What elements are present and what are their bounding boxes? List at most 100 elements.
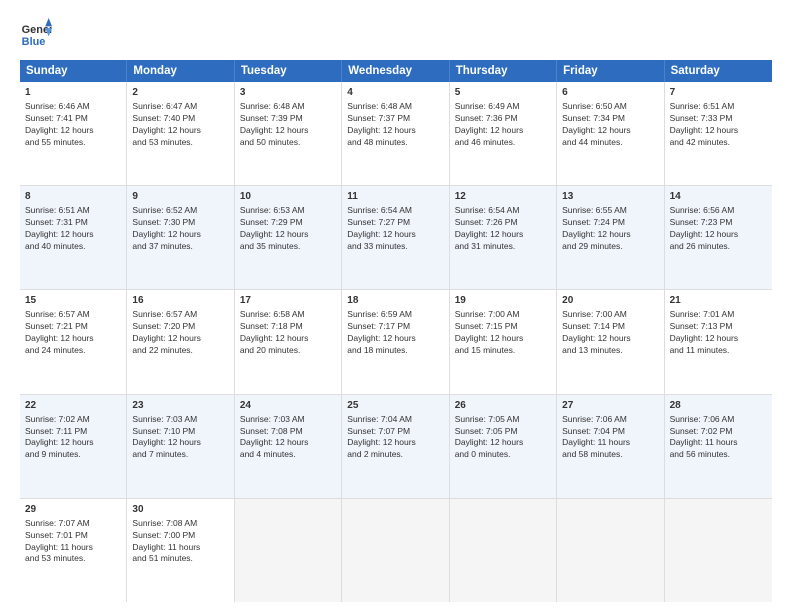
day-number: 2 (132, 86, 228, 100)
day-info-line: and 7 minutes. (132, 449, 188, 459)
day-number: 27 (562, 399, 658, 413)
day-info-line: and 22 minutes. (132, 345, 192, 355)
day-info-line: Sunrise: 6:52 AM (132, 205, 197, 215)
day-info-line: and 2 minutes. (347, 449, 403, 459)
day-info-line: Sunrise: 6:48 AM (240, 101, 305, 111)
weekday-header-friday: Friday (557, 60, 664, 82)
day-info-line: Sunset: 7:02 PM (670, 426, 733, 436)
day-cell-23: 23Sunrise: 7:03 AMSunset: 7:10 PMDayligh… (127, 395, 234, 498)
day-info-line: and 56 minutes. (670, 449, 730, 459)
day-info-line: Sunrise: 6:54 AM (347, 205, 412, 215)
day-number: 12 (455, 190, 551, 204)
day-info-line: Sunrise: 6:50 AM (562, 101, 627, 111)
calendar-row-3: 15Sunrise: 6:57 AMSunset: 7:21 PMDayligh… (20, 290, 772, 394)
weekday-header-sunday: Sunday (20, 60, 127, 82)
day-info-line: Sunset: 7:26 PM (455, 217, 518, 227)
day-info-line: Daylight: 12 hours (240, 333, 309, 343)
day-number: 14 (670, 190, 767, 204)
day-info-line: Daylight: 12 hours (562, 125, 631, 135)
day-info-line: Daylight: 12 hours (347, 333, 416, 343)
logo-icon: General Blue (20, 18, 52, 50)
empty-cell (342, 499, 449, 602)
calendar-row-4: 22Sunrise: 7:02 AMSunset: 7:11 PMDayligh… (20, 395, 772, 499)
day-cell-6: 6Sunrise: 6:50 AMSunset: 7:34 PMDaylight… (557, 82, 664, 185)
day-info-line: and 31 minutes. (455, 241, 515, 251)
day-info-line: and 13 minutes. (562, 345, 622, 355)
day-number: 24 (240, 399, 336, 413)
day-info-line: Daylight: 12 hours (455, 437, 524, 447)
day-info-line: and 4 minutes. (240, 449, 296, 459)
day-info-line: Daylight: 12 hours (240, 229, 309, 239)
day-info-line: Sunset: 7:21 PM (25, 321, 88, 331)
day-cell-15: 15Sunrise: 6:57 AMSunset: 7:21 PMDayligh… (20, 290, 127, 393)
day-info-line: and 15 minutes. (455, 345, 515, 355)
day-number: 6 (562, 86, 658, 100)
day-number: 8 (25, 190, 121, 204)
day-info-line: Daylight: 11 hours (132, 542, 200, 552)
day-number: 7 (670, 86, 767, 100)
day-info-line: Daylight: 12 hours (132, 125, 201, 135)
day-info-line: and 35 minutes. (240, 241, 300, 251)
day-info-line: Sunset: 7:17 PM (347, 321, 410, 331)
day-number: 1 (25, 86, 121, 100)
day-cell-2: 2Sunrise: 6:47 AMSunset: 7:40 PMDaylight… (127, 82, 234, 185)
empty-cell (665, 499, 772, 602)
day-number: 4 (347, 86, 443, 100)
day-info-line: and 46 minutes. (455, 137, 515, 147)
day-info-line: and 58 minutes. (562, 449, 622, 459)
day-number: 20 (562, 294, 658, 308)
day-info-line: Daylight: 12 hours (25, 333, 94, 343)
day-info-line: Sunset: 7:01 PM (25, 530, 88, 540)
day-info-line: Sunrise: 7:03 AM (240, 414, 305, 424)
weekday-header-tuesday: Tuesday (235, 60, 342, 82)
day-number: 17 (240, 294, 336, 308)
day-number: 19 (455, 294, 551, 308)
day-info-line: Sunrise: 7:08 AM (132, 518, 197, 528)
day-info-line: and 55 minutes. (25, 137, 85, 147)
empty-cell (557, 499, 664, 602)
day-info-line: Daylight: 12 hours (347, 229, 416, 239)
day-number: 30 (132, 503, 228, 517)
day-info-line: Sunrise: 7:07 AM (25, 518, 90, 528)
day-info-line: Sunrise: 6:46 AM (25, 101, 90, 111)
day-cell-11: 11Sunrise: 6:54 AMSunset: 7:27 PMDayligh… (342, 186, 449, 289)
day-number: 23 (132, 399, 228, 413)
day-info-line: Sunrise: 7:00 AM (562, 309, 627, 319)
day-info-line: Sunrise: 6:59 AM (347, 309, 412, 319)
day-cell-5: 5Sunrise: 6:49 AMSunset: 7:36 PMDaylight… (450, 82, 557, 185)
day-info-line: Sunrise: 7:06 AM (562, 414, 627, 424)
day-cell-7: 7Sunrise: 6:51 AMSunset: 7:33 PMDaylight… (665, 82, 772, 185)
day-cell-8: 8Sunrise: 6:51 AMSunset: 7:31 PMDaylight… (20, 186, 127, 289)
day-cell-14: 14Sunrise: 6:56 AMSunset: 7:23 PMDayligh… (665, 186, 772, 289)
day-info-line: Sunset: 7:00 PM (132, 530, 195, 540)
day-info-line: Sunset: 7:24 PM (562, 217, 625, 227)
day-info-line: Sunrise: 6:51 AM (25, 205, 90, 215)
calendar-row-1: 1Sunrise: 6:46 AMSunset: 7:41 PMDaylight… (20, 82, 772, 186)
day-info-line: and 29 minutes. (562, 241, 622, 251)
day-info-line: Sunset: 7:27 PM (347, 217, 410, 227)
day-cell-4: 4Sunrise: 6:48 AMSunset: 7:37 PMDaylight… (342, 82, 449, 185)
weekday-header-wednesday: Wednesday (342, 60, 449, 82)
day-info-line: and 20 minutes. (240, 345, 300, 355)
weekday-header-monday: Monday (127, 60, 234, 82)
calendar-row-5: 29Sunrise: 7:07 AMSunset: 7:01 PMDayligh… (20, 499, 772, 602)
day-cell-29: 29Sunrise: 7:07 AMSunset: 7:01 PMDayligh… (20, 499, 127, 602)
day-info-line: Daylight: 12 hours (562, 333, 631, 343)
day-number: 25 (347, 399, 443, 413)
day-number: 3 (240, 86, 336, 100)
day-info-line: Daylight: 12 hours (670, 125, 739, 135)
day-cell-26: 26Sunrise: 7:05 AMSunset: 7:05 PMDayligh… (450, 395, 557, 498)
day-info-line: Daylight: 12 hours (347, 125, 416, 135)
day-info-line: and 40 minutes. (25, 241, 85, 251)
day-number: 15 (25, 294, 121, 308)
day-info-line: Daylight: 12 hours (132, 229, 201, 239)
day-cell-21: 21Sunrise: 7:01 AMSunset: 7:13 PMDayligh… (665, 290, 772, 393)
day-cell-13: 13Sunrise: 6:55 AMSunset: 7:24 PMDayligh… (557, 186, 664, 289)
day-number: 5 (455, 86, 551, 100)
day-info-line: and 53 minutes. (132, 137, 192, 147)
day-info-line: Sunrise: 6:51 AM (670, 101, 735, 111)
day-info-line: Daylight: 12 hours (670, 333, 739, 343)
day-info-line: Daylight: 12 hours (25, 229, 94, 239)
day-info-line: Sunrise: 6:53 AM (240, 205, 305, 215)
weekday-header-thursday: Thursday (450, 60, 557, 82)
